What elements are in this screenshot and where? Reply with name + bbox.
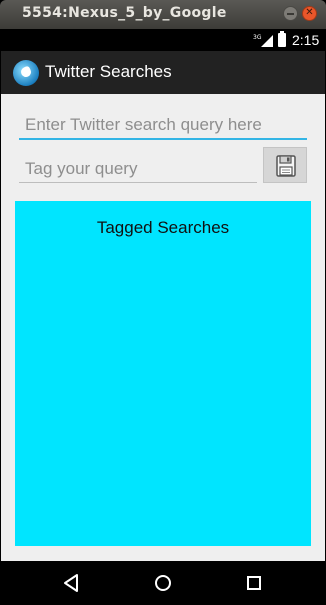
- search-query-input[interactable]: [19, 112, 307, 140]
- window-title: 5554:Nexus_5_by_Google: [22, 5, 227, 21]
- emulator-title-bar: 5554:Nexus_5_by_Google ✕: [0, 0, 326, 29]
- recents-icon[interactable]: [242, 571, 266, 595]
- status-time: 2:15: [292, 32, 320, 48]
- app-icon: [13, 60, 39, 86]
- svg-text:3G: 3G: [253, 34, 262, 41]
- save-button[interactable]: [263, 147, 307, 183]
- status-bar: 3G 2:15: [1, 29, 325, 51]
- navigation-bar: [1, 561, 325, 605]
- signal-icon: 3G: [253, 34, 273, 47]
- floppy-disk-icon: [276, 155, 296, 177]
- battery-icon: [278, 31, 286, 47]
- main-content: Tagged Searches: [1, 94, 325, 561]
- back-icon[interactable]: [60, 571, 84, 595]
- minimize-icon[interactable]: [283, 6, 298, 21]
- home-icon[interactable]: [151, 571, 175, 595]
- tag-input[interactable]: [19, 156, 257, 183]
- close-icon[interactable]: ✕: [302, 6, 317, 21]
- tagged-searches-panel: Tagged Searches: [15, 201, 311, 546]
- app-title: Twitter Searches: [45, 62, 172, 81]
- action-bar: Twitter Searches: [1, 51, 325, 94]
- tagged-searches-heading: Tagged Searches: [96, 218, 230, 237]
